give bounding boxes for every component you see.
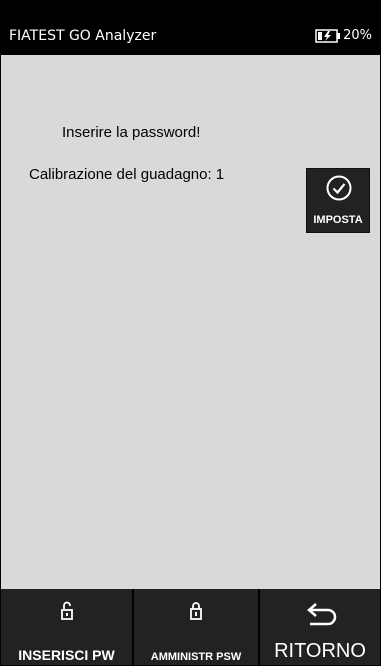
return-label: RITORNO: [274, 640, 366, 662]
lock-icon: [134, 601, 258, 621]
app-frame: FIATEST GO Analyzer 20% Inserire la pass…: [0, 0, 381, 666]
unlock-icon: [1, 601, 132, 621]
app-title: FIATEST GO Analyzer: [9, 28, 157, 44]
main-content: Inserire la password! Calibrazione del g…: [1, 55, 380, 589]
return-arrow-icon: [260, 601, 380, 627]
return-button[interactable]: RITORNO: [260, 589, 380, 665]
admin-password-label: AMMINISTR PSW: [150, 651, 242, 663]
set-button-label: IMPOSTA: [313, 214, 363, 226]
battery-status: 20%: [315, 28, 372, 43]
battery-percent: 20%: [343, 28, 372, 43]
battery-charging-icon: [315, 28, 341, 43]
password-prompt: Inserire la password!: [62, 124, 201, 141]
enter-password-label: INSERISCI PW: [18, 647, 115, 663]
enter-password-button[interactable]: INSERISCI PW: [1, 589, 134, 665]
gain-calibration-label: Calibrazione del guadagno: 1: [29, 166, 225, 183]
set-button[interactable]: IMPOSTA: [306, 168, 370, 233]
bottom-toolbar: INSERISCI PW AMMINISTR PSW RITORNO: [1, 589, 380, 665]
header-bar: FIATEST GO Analyzer 20%: [1, 1, 380, 55]
admin-password-button[interactable]: AMMINISTR PSW: [134, 589, 260, 665]
